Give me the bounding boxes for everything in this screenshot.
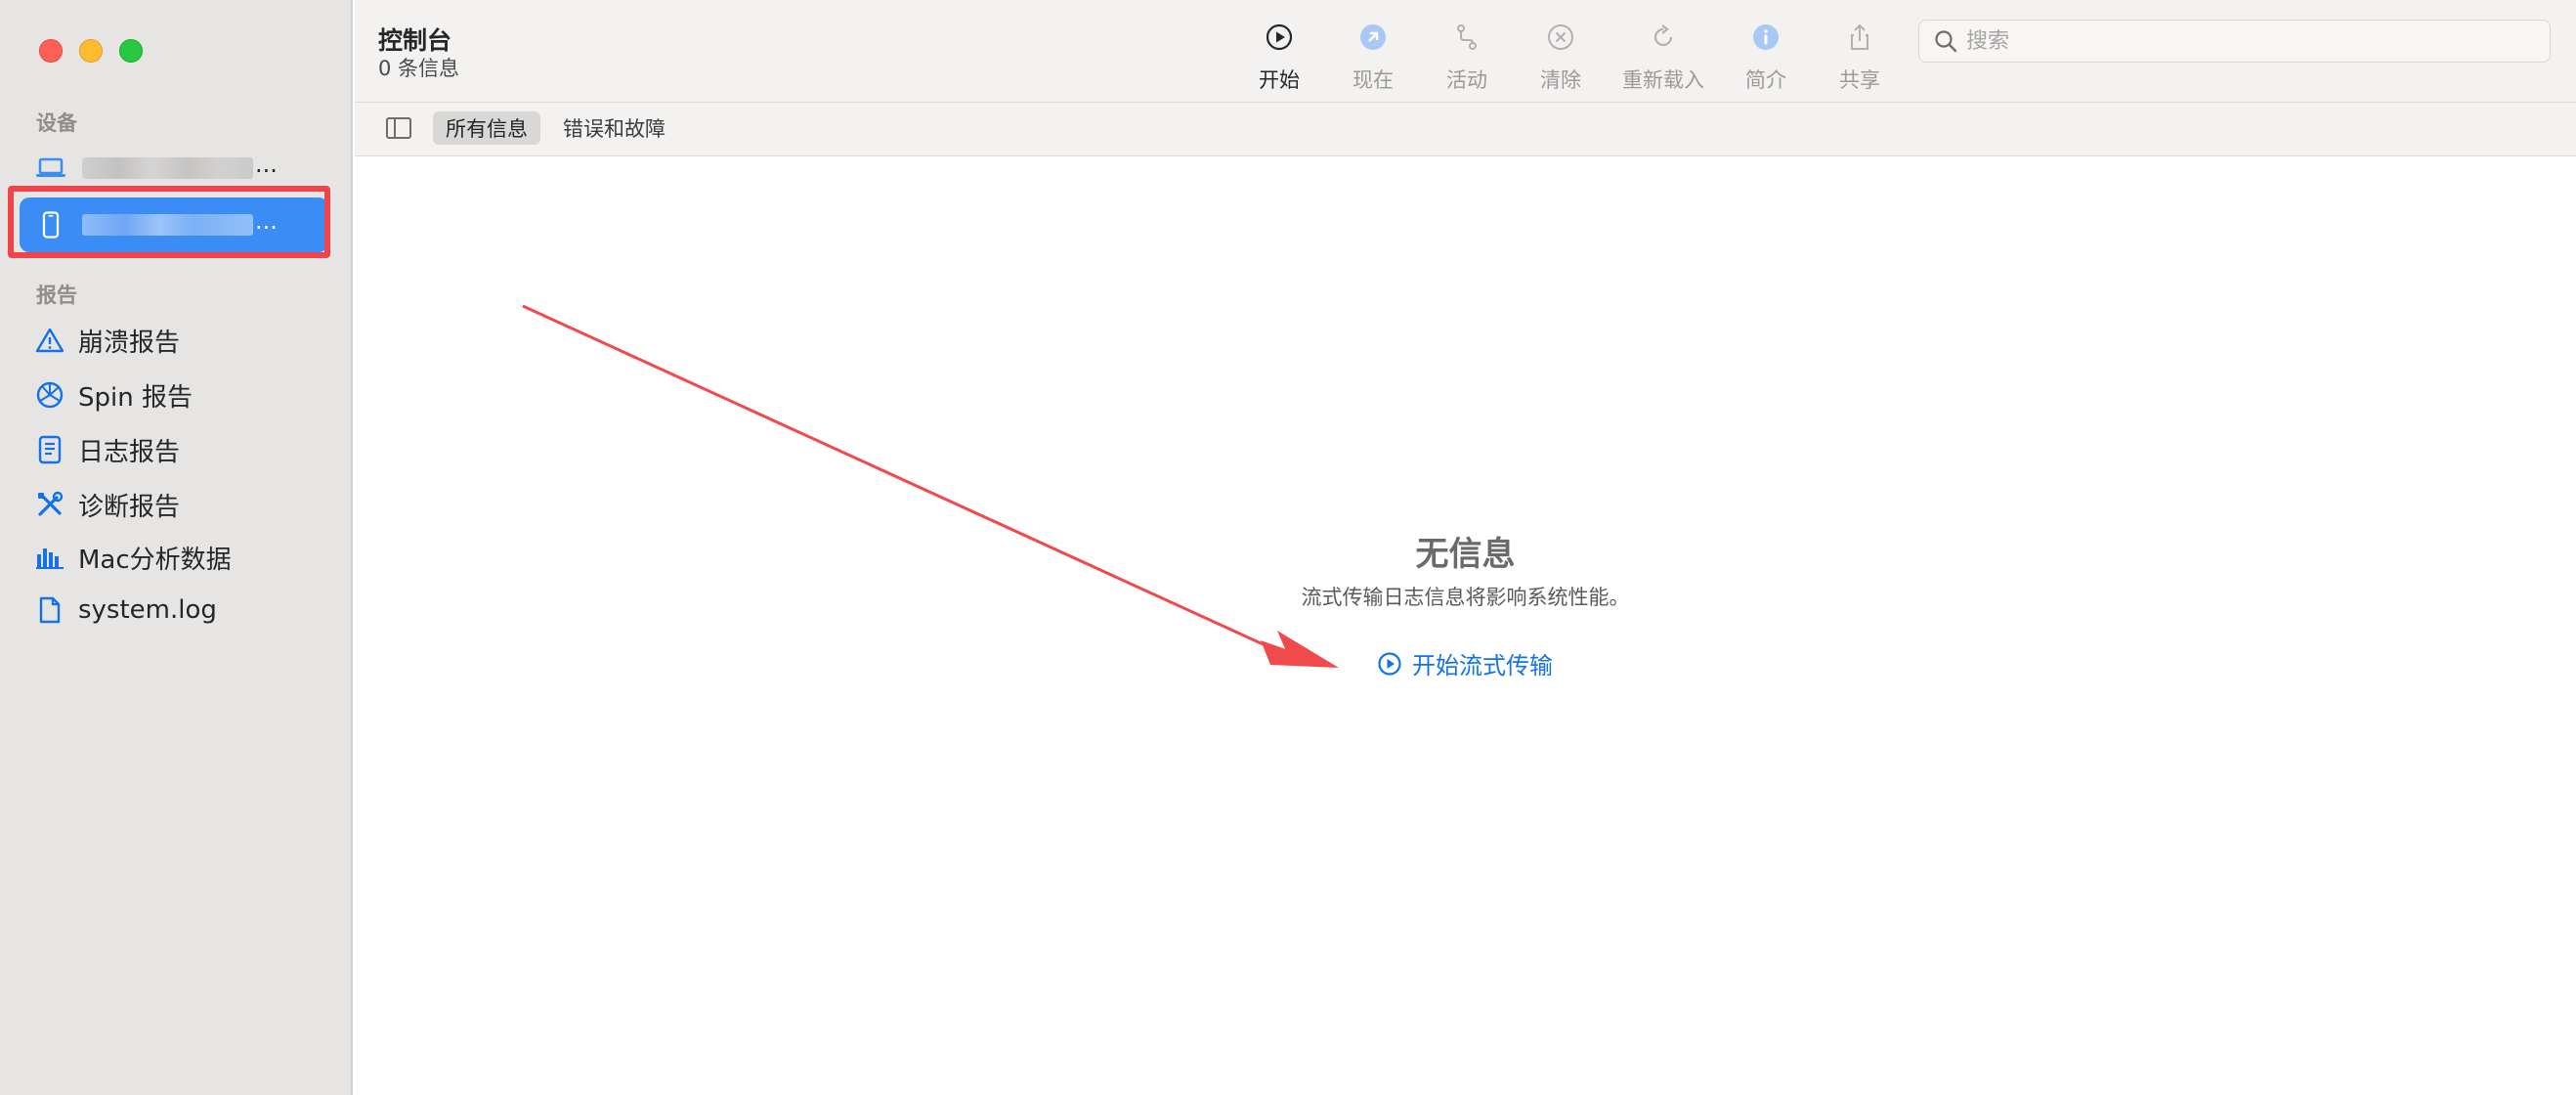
clear-circle-icon [1543, 20, 1578, 55]
window-controls [39, 39, 143, 63]
sidebar-item-diagnostic-reports[interactable]: 诊断报告 [33, 483, 180, 526]
sidebar-item-label: 日志报告 [78, 437, 181, 467]
filter-bar: 所有信息 错误和故障 [355, 103, 2576, 156]
sidebar-item-label: 崩溃报告 [78, 328, 181, 358]
sidebar-item-label: Spin 报告 [78, 382, 193, 413]
sidebar-item-mac-analytics[interactable]: Mac分析数据 [33, 536, 232, 579]
clear-button[interactable]: 清除 [1514, 20, 1608, 94]
start-button[interactable]: 开始 [1232, 20, 1326, 94]
sidebar-item-system-log[interactable]: system.log [33, 589, 217, 632]
activity-button[interactable]: 活动 [1420, 20, 1514, 94]
bar-chart-icon [33, 541, 66, 574]
sidebar-toggle-icon[interactable] [386, 117, 411, 139]
zoom-window-button[interactable] [119, 39, 143, 63]
window-title: 控制台 [378, 26, 452, 55]
play-circle-icon [1377, 651, 1402, 677]
activity-icon [1449, 20, 1484, 55]
spin-icon [33, 378, 66, 412]
file-icon [33, 593, 66, 627]
sidebar-item-label: system.log [78, 595, 217, 625]
document-icon [33, 433, 66, 466]
search-field[interactable] [1918, 20, 2551, 63]
search-icon [1933, 28, 1958, 54]
tools-icon [33, 488, 66, 521]
sidebar-item-label: 诊断报告 [78, 492, 181, 522]
empty-state-subtitle: 流式传输日志信息将影响系统性能。 [1301, 586, 1630, 609]
sidebar-item-log-reports[interactable]: 日志报告 [33, 428, 180, 471]
reload-button[interactable]: 重新载入 [1616, 20, 1710, 94]
info-button[interactable]: 简介 [1719, 20, 1813, 94]
play-circle-icon [1262, 20, 1297, 55]
search-input[interactable] [1966, 28, 2513, 54]
start-streaming-link[interactable]: 开始流式传输 [1377, 646, 1553, 680]
start-label: 开始 [1259, 68, 1300, 92]
sidebar-item-crash-reports[interactable]: 崩溃报告 [33, 319, 180, 362]
annotation-highlight-box [8, 186, 330, 258]
jump-to-now-icon [1355, 20, 1391, 55]
warning-icon [33, 324, 66, 357]
sidebar-item-spin-reports[interactable]: Spin 报告 [33, 373, 193, 416]
empty-state-title: 无信息 [1415, 535, 1516, 574]
activity-label: 活动 [1446, 68, 1487, 92]
sidebar: 设备 ... ... 报告 崩溃报告 Spin 报告 日志报告 诊断报告 Mac… [0, 0, 353, 1095]
devices-section-label: 设备 [36, 111, 77, 135]
start-streaming-label: 开始流式传输 [1412, 652, 1553, 679]
info-icon [1748, 20, 1783, 55]
toolbar: 控制台 0 条信息 开始 现在 活动 清除 重新载入 简介 共享 搜索 [355, 0, 2576, 103]
share-label: 共享 [1839, 68, 1880, 92]
share-button[interactable]: 共享 [1813, 20, 1907, 94]
now-button[interactable]: 现在 [1326, 20, 1420, 94]
reload-label: 重新载入 [1622, 68, 1704, 92]
laptop-icon [33, 156, 68, 180]
reports-section-label: 报告 [36, 284, 77, 307]
clear-label: 清除 [1540, 68, 1581, 92]
reload-icon [1646, 20, 1681, 55]
device-name-ellipsis: ... [255, 151, 278, 178]
info-label: 简介 [1745, 68, 1786, 92]
now-label: 现在 [1352, 68, 1394, 92]
message-count: 0 条信息 [378, 57, 460, 80]
log-content-area: 无信息 流式传输日志信息将影响系统性能。 开始流式传输 [355, 157, 2576, 1095]
filter-all-messages[interactable]: 所有信息 [433, 111, 540, 145]
share-icon [1842, 20, 1877, 55]
device-name-redacted [82, 157, 253, 179]
minimize-window-button[interactable] [79, 39, 103, 63]
close-window-button[interactable] [39, 39, 63, 63]
sidebar-item-label: Mac分析数据 [78, 545, 232, 575]
filter-errors-faults[interactable]: 错误和故障 [550, 111, 678, 145]
